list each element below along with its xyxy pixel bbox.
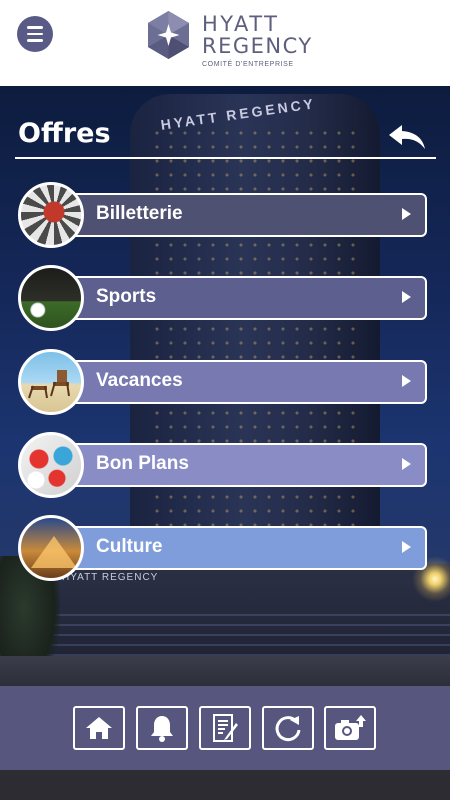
hamburger-menu-icon[interactable] (17, 16, 53, 52)
system-nav-strip (0, 770, 450, 800)
chevron-right-icon (402, 375, 411, 387)
menu-item-culture[interactable]: Culture (18, 515, 428, 581)
menu-item-label: Billetterie (96, 203, 183, 224)
refresh-button[interactable] (262, 706, 314, 750)
menu-item-billetterie[interactable]: Billetterie (18, 182, 428, 248)
refresh-icon (275, 716, 301, 742)
chevron-right-icon (402, 208, 411, 220)
menu-bar (27, 32, 43, 36)
notes-icon (213, 714, 238, 742)
hyatt-regency-logo: HYATT REGENCY COMITÉ D'ENTREPRISE (146, 10, 321, 72)
menu-item-label: Vacances (96, 370, 183, 391)
chevron-right-icon (402, 541, 411, 553)
menu-item-label: Culture (96, 536, 163, 557)
home-button[interactable] (73, 706, 125, 750)
logo-line-2: REGENCY (202, 34, 313, 58)
menu-item-bon-plans[interactable]: Bon Plans (18, 432, 428, 498)
notifications-button[interactable] (136, 706, 188, 750)
menu-bar (27, 26, 43, 29)
camera-upload-icon (335, 715, 366, 740)
page-title: Offres (18, 118, 111, 149)
title-divider (15, 157, 436, 159)
street (0, 656, 450, 686)
app-header: HYATT REGENCY COMITÉ D'ENTREPRISE (0, 0, 450, 86)
hyatt-logo-icon (148, 11, 189, 59)
logo-line-1: HYATT (202, 12, 280, 36)
camera-upload-button[interactable] (324, 706, 376, 750)
menu-item-label: Bon Plans (96, 453, 189, 474)
notes-button[interactable] (199, 706, 251, 750)
logo-tagline: COMITÉ D'ENTREPRISE (202, 61, 294, 68)
menu-item-vacances[interactable]: Vacances (18, 349, 428, 415)
louvre-pyramid-photo-icon (18, 515, 84, 581)
menu-item-label: Sports (96, 286, 157, 307)
beach-chairs-photo-icon (18, 349, 84, 415)
back-arrow-icon[interactable] (386, 122, 428, 152)
chevron-right-icon (402, 291, 411, 303)
bottom-toolbar (0, 686, 450, 770)
chevron-right-icon (402, 458, 411, 470)
pyramid-shape (31, 536, 77, 568)
bell-icon (151, 716, 173, 742)
ferris-wheel-photo-icon (18, 182, 84, 248)
home-icon (86, 717, 112, 739)
golf-ball-photo-icon (18, 265, 84, 331)
beach-chairs-icon (28, 370, 70, 399)
discount-tags-photo-icon (18, 432, 84, 498)
menu-item-sports[interactable]: Sports (18, 265, 428, 331)
menu-bar (27, 39, 43, 42)
